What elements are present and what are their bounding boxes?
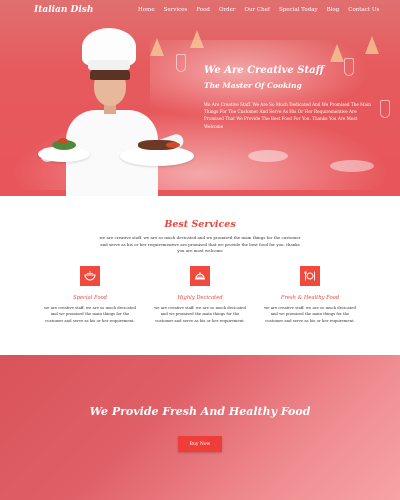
background-glass [344,58,354,76]
background-plate [248,150,288,162]
menu-item-order[interactable]: Order [219,7,236,13]
background-glass [380,100,390,118]
hero-banner: Italian Dish Home Services Food Order Ou… [0,0,400,196]
menu-item-services[interactable]: Services [164,7,188,13]
hero-title: We Are Creative Staff [204,65,324,76]
services-title: Best Services [164,219,236,230]
menu-item-special-today[interactable]: Special Today [279,7,318,13]
cta-title: We Provide Fresh And Healthy Food [89,405,311,418]
background-plate [330,160,374,172]
serving-cloche-icon [190,266,210,286]
services-intro: we are creative staff. we are so much de… [99,235,301,254]
service-text: we are creative staff. we are so much de… [264,305,356,323]
bowl-icon [80,266,100,286]
cutlery-icon [300,266,320,286]
service-title: Fresh & Healthy Food [280,295,340,301]
dish-garnish [166,142,180,148]
main-menu: Home Services Food Order Our Chef Specia… [138,7,388,13]
service-text: we are creative staff. we are so much de… [154,305,246,323]
service-text: we are creative staff. we are so much de… [44,305,136,323]
hero-subtitle: The Master Of Cooking [204,81,302,90]
background-napkin [330,44,344,62]
service-title: Highly Decicated [177,295,223,301]
site-logo[interactable]: Italian Dish [34,5,93,15]
menu-item-food[interactable]: Food [196,7,210,13]
chef-hat-band [88,60,130,70]
hero-description: We Are Creative Staff. We Are So Much De… [204,102,371,129]
menu-item-contact-us[interactable]: Contact Us [348,7,379,13]
background-napkin [365,36,379,54]
cta-banner: We Provide Fresh And Healthy Food Buy No… [0,355,400,500]
menu-item-our-chef[interactable]: Our Chef [244,7,269,13]
buy-now-button[interactable]: Buy Now [178,436,222,452]
salad-garnish [58,138,68,144]
chef-image [38,28,198,196]
menu-item-home[interactable]: Home [138,7,155,13]
menu-item-blog[interactable]: Blog [327,7,340,13]
service-title: Special Food [73,295,107,301]
top-navigation: Italian Dish Home Services Food Order Ou… [0,0,400,24]
